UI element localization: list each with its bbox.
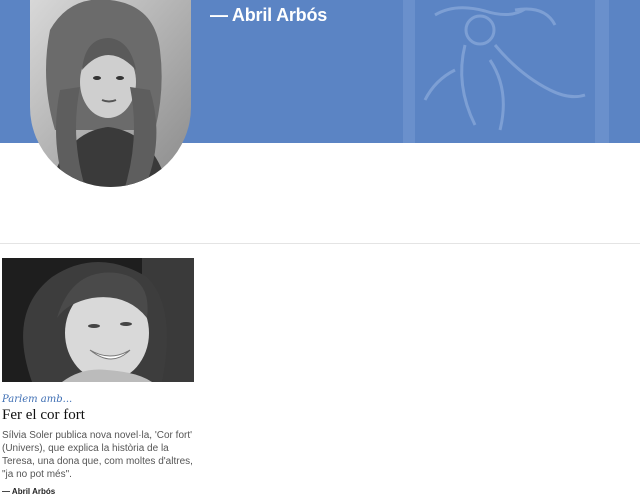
banner-illustration (395, 0, 640, 143)
section-divider (0, 243, 640, 244)
article-title[interactable]: Fer el cor fort (2, 407, 85, 424)
author-avatar (30, 0, 191, 187)
author-name: — Abril Arbós (210, 5, 328, 25)
article-kicker[interactable]: Parlem amb... (2, 394, 72, 405)
article-thumbnail[interactable] (2, 258, 194, 382)
article-summary: Sílvia Soler publica nova novel·la, 'Cor… (2, 430, 193, 480)
article-byline[interactable]: — Abril Arbós (2, 487, 55, 496)
